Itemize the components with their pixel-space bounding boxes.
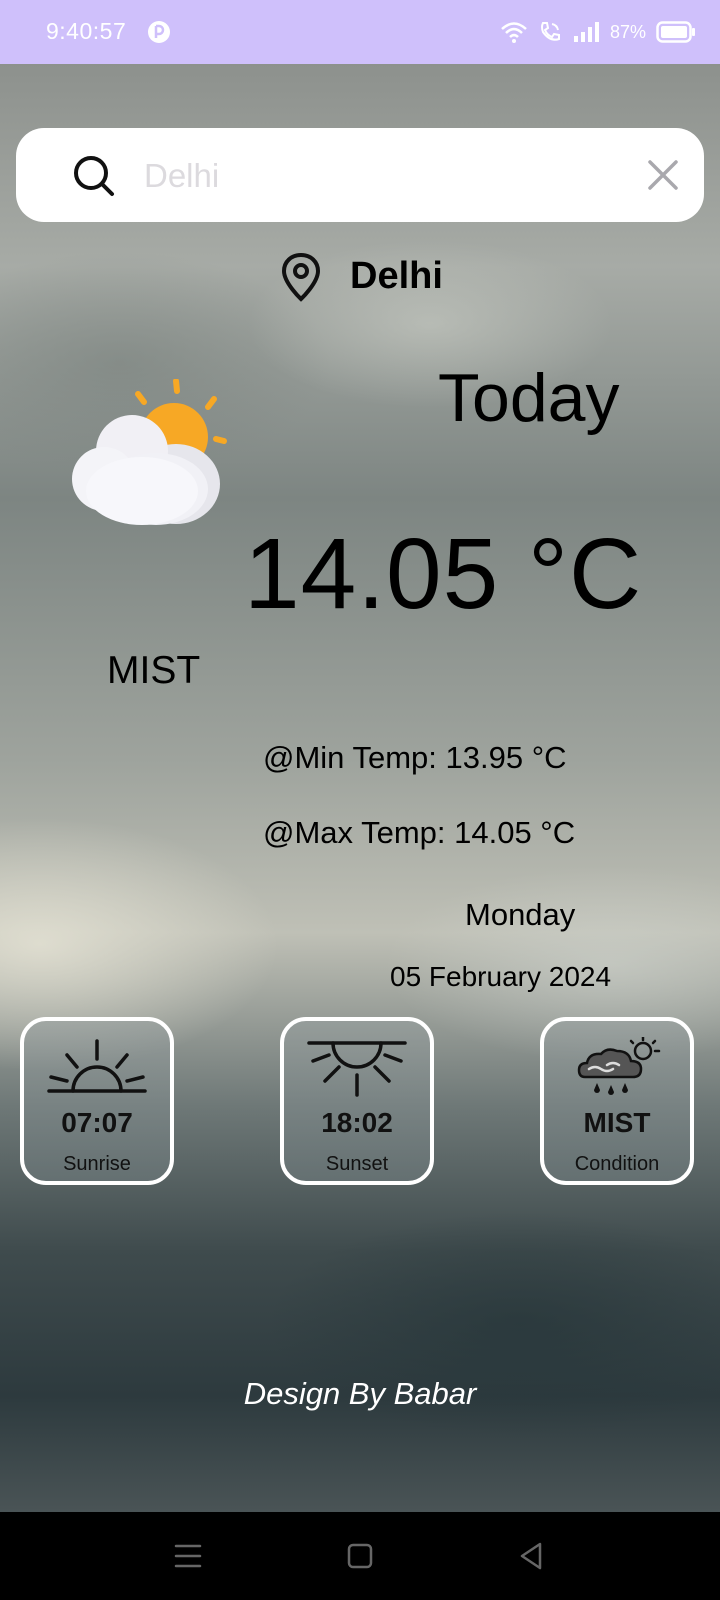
temperature: 14.05 °C xyxy=(244,518,643,630)
sunrise-label: Sunrise xyxy=(63,1153,131,1175)
status-icons: 87% xyxy=(500,17,696,47)
status-time: 9:40:57 xyxy=(46,18,127,44)
app-notification-icon xyxy=(148,21,170,43)
menu-icon[interactable] xyxy=(172,1540,204,1572)
today-label: Today xyxy=(438,360,620,436)
back-icon[interactable] xyxy=(516,1540,548,1572)
wifi-calling-icon xyxy=(540,22,560,41)
day-name: Monday xyxy=(465,897,576,932)
weather-screen: Delhi Today 14.05 °C MIST @Min Temp: 13.… xyxy=(0,64,720,1512)
location-name: Delhi xyxy=(350,255,443,297)
condition-card: MIST Condition xyxy=(540,1017,694,1185)
battery-percent: 87% xyxy=(609,21,646,42)
sunrise-time: 07:07 xyxy=(61,1107,133,1138)
sunset-label: Sunset xyxy=(325,1153,389,1175)
home-icon[interactable] xyxy=(344,1540,376,1572)
condition-label: Condition xyxy=(574,1153,660,1175)
search-input[interactable] xyxy=(142,150,606,202)
sunset-card: 18:02 Sunset xyxy=(280,1017,434,1185)
status-bar: 9:40:57 87% xyxy=(0,0,720,64)
condition-text: MIST xyxy=(107,649,201,692)
condition-value: MIST xyxy=(583,1107,651,1138)
sunset-time: 18:02 xyxy=(321,1107,393,1138)
partly-cloudy-icon xyxy=(72,379,227,525)
date-text: 05 February 2024 xyxy=(390,961,612,992)
sunrise-icon xyxy=(47,1039,147,1093)
min-temp: @Min Temp: 13.95 °C xyxy=(263,740,567,775)
navigation-bar xyxy=(0,1512,720,1600)
search-bar[interactable] xyxy=(16,128,704,222)
battery-icon xyxy=(656,21,695,43)
sunset-icon xyxy=(307,1041,407,1097)
close-icon[interactable] xyxy=(646,158,680,192)
location-header: Delhi xyxy=(0,249,720,319)
max-temp: @Max Temp: 14.05 °C xyxy=(263,815,576,850)
signal-icon xyxy=(573,22,599,42)
location-pin-icon xyxy=(281,252,321,302)
condition-icon xyxy=(577,1037,661,1095)
sunrise-card: 07:07 Sunrise xyxy=(20,1017,174,1185)
search-icon[interactable] xyxy=(72,154,116,198)
footer-credit: Design By Babar xyxy=(243,1376,477,1411)
wifi-icon xyxy=(501,22,527,43)
